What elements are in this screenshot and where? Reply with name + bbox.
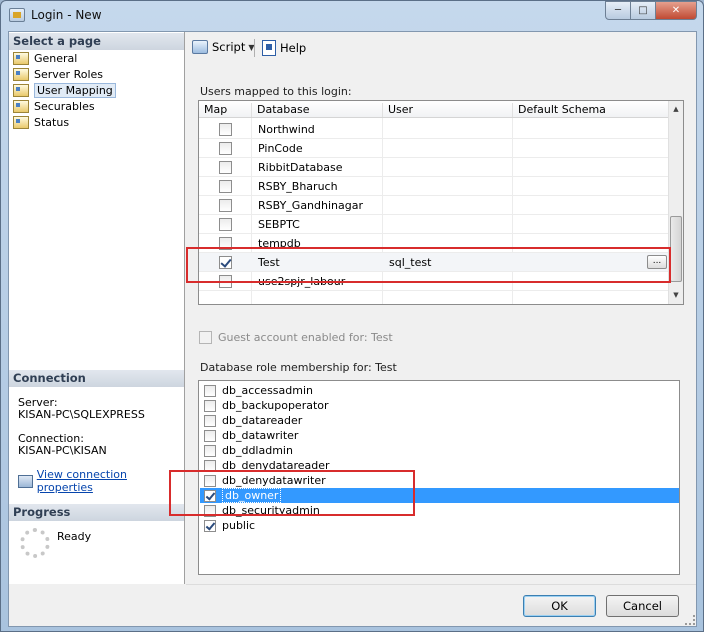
title-bar[interactable]: Login - New ─ □ ✕ bbox=[1, 1, 703, 31]
script-label: Script bbox=[212, 40, 246, 54]
role-label: public bbox=[222, 519, 256, 532]
help-button[interactable]: Help bbox=[262, 40, 306, 56]
table-row[interactable]: RSBY_Bharuch bbox=[199, 177, 669, 196]
ok-button[interactable]: OK bbox=[523, 595, 596, 617]
page-item-securables[interactable]: Securables bbox=[13, 98, 116, 114]
dialog-client-area: Select a page General Server Roles User … bbox=[8, 31, 697, 627]
table-row[interactable]: RibbitDatabase bbox=[199, 158, 669, 177]
role-item-db-ddladmin[interactable]: db_ddladmin bbox=[200, 443, 679, 458]
role-label: db_datareader bbox=[222, 414, 303, 427]
connection-properties-icon bbox=[18, 474, 33, 488]
database-cell: RSBY_Gandhinagar bbox=[258, 199, 363, 212]
highlight-annotation-test-row bbox=[186, 247, 671, 283]
page-label: Status bbox=[34, 115, 70, 129]
page-icon bbox=[13, 67, 29, 81]
maximize-button[interactable]: □ bbox=[630, 1, 656, 20]
page-label: Securables bbox=[34, 99, 95, 113]
role-label: db_accessadmin bbox=[222, 384, 313, 397]
server-value: KISAN-PC\SQLEXPRESS bbox=[18, 408, 145, 421]
page-item-user-mapping[interactable]: User Mapping bbox=[13, 82, 116, 98]
page-item-status[interactable]: Status bbox=[13, 114, 116, 130]
cancel-button[interactable]: Cancel bbox=[606, 595, 679, 617]
role-item-db-datareader[interactable]: db_datareader bbox=[200, 413, 679, 428]
map-checkbox[interactable] bbox=[219, 180, 232, 193]
role-checkbox[interactable] bbox=[204, 414, 216, 427]
role-item-db-datawriter[interactable]: db_datawriter bbox=[200, 428, 679, 443]
role-item-public[interactable]: public bbox=[200, 518, 679, 533]
close-button[interactable]: ✕ bbox=[655, 1, 697, 20]
page-icon bbox=[13, 51, 29, 65]
column-header-database[interactable]: Database bbox=[251, 103, 310, 117]
window-title: Login - New bbox=[31, 8, 102, 22]
table-row[interactable]: SEBPTC bbox=[199, 215, 669, 234]
database-cell: Northwind bbox=[258, 123, 315, 136]
guest-account-label: Guest account enabled for: Test bbox=[218, 331, 393, 344]
role-label: db_datawriter bbox=[222, 429, 299, 442]
role-item-db-accessadmin[interactable]: db_accessadmin bbox=[200, 383, 679, 398]
page-label: User Mapping bbox=[34, 82, 116, 98]
database-cell: RSBY_Bharuch bbox=[258, 180, 338, 193]
toolbar-separator bbox=[254, 39, 255, 57]
page-icon bbox=[13, 83, 29, 97]
column-header-user[interactable]: User bbox=[382, 103, 413, 117]
map-checkbox[interactable] bbox=[219, 218, 232, 231]
connection-header: Connection bbox=[9, 370, 184, 387]
progress-header: Progress bbox=[9, 504, 184, 521]
database-cell: RibbitDatabase bbox=[258, 161, 343, 174]
view-connection-properties-link[interactable]: View connection properties bbox=[37, 468, 184, 494]
role-label: db_ddladmin bbox=[222, 444, 293, 457]
footer-divider bbox=[186, 584, 696, 585]
role-item-db-backupoperator[interactable]: db_backupoperator bbox=[200, 398, 679, 413]
window-controls: ─ □ ✕ bbox=[605, 1, 697, 20]
role-checkbox[interactable] bbox=[204, 444, 216, 457]
minimize-button[interactable]: ─ bbox=[605, 1, 631, 20]
users-mapped-label: Users mapped to this login: bbox=[200, 85, 352, 98]
role-membership-label: Database role membership for: Test bbox=[200, 361, 397, 374]
database-cell: PinCode bbox=[258, 142, 303, 155]
map-checkbox[interactable] bbox=[219, 161, 232, 174]
page-item-general[interactable]: General bbox=[13, 50, 116, 66]
progress-status: Ready bbox=[57, 530, 92, 543]
login-new-window: Login - New ─ □ ✕ Select a page General … bbox=[0, 0, 704, 632]
view-connection-properties[interactable]: View connection properties bbox=[18, 468, 184, 494]
role-checkbox-checked[interactable] bbox=[204, 519, 216, 532]
app-icon bbox=[9, 8, 25, 22]
left-pane: Select a page General Server Roles User … bbox=[9, 32, 185, 584]
page-icon bbox=[13, 99, 29, 113]
map-checkbox[interactable] bbox=[219, 199, 232, 212]
role-checkbox[interactable] bbox=[204, 384, 216, 397]
table-row[interactable]: PinCode bbox=[199, 139, 669, 158]
page-icon bbox=[13, 115, 29, 129]
map-checkbox[interactable] bbox=[219, 142, 232, 155]
scrollbar-thumb[interactable] bbox=[670, 216, 682, 282]
script-button[interactable]: Script ▼ bbox=[192, 40, 255, 54]
grid-header: Map Database User Default Schema bbox=[199, 101, 669, 118]
help-icon bbox=[262, 40, 276, 56]
select-page-header: Select a page bbox=[9, 33, 184, 50]
toolbar: Script ▼ Help bbox=[186, 32, 696, 62]
database-cell: SEBPTC bbox=[258, 218, 300, 231]
script-icon bbox=[192, 40, 208, 54]
highlight-annotation-db-owner bbox=[169, 470, 415, 516]
page-item-server-roles[interactable]: Server Roles bbox=[13, 66, 116, 82]
table-row[interactable]: Northwind bbox=[199, 120, 669, 139]
help-label: Help bbox=[280, 41, 307, 55]
role-checkbox[interactable] bbox=[204, 399, 216, 412]
scroll-up-icon[interactable]: ▲ bbox=[669, 101, 683, 117]
page-label: General bbox=[34, 51, 78, 65]
page-label: Server Roles bbox=[34, 67, 104, 81]
page-list: General Server Roles User Mapping Secura… bbox=[13, 50, 116, 130]
column-header-default-schema[interactable]: Default Schema bbox=[512, 103, 606, 117]
progress-spinner-icon bbox=[20, 528, 50, 558]
guest-checkbox-box bbox=[199, 331, 212, 344]
column-header-map[interactable]: Map bbox=[199, 103, 227, 117]
resize-grip-icon[interactable] bbox=[685, 615, 695, 625]
connection-value: KISAN-PC\KISAN bbox=[18, 444, 107, 457]
guest-account-checkbox: Guest account enabled for: Test bbox=[199, 331, 393, 344]
role-checkbox[interactable] bbox=[204, 429, 216, 442]
table-row[interactable]: RSBY_Gandhinagar bbox=[199, 196, 669, 215]
scroll-down-icon[interactable]: ▼ bbox=[669, 287, 683, 303]
role-label: db_backupoperator bbox=[222, 399, 329, 412]
map-checkbox[interactable] bbox=[219, 123, 232, 136]
